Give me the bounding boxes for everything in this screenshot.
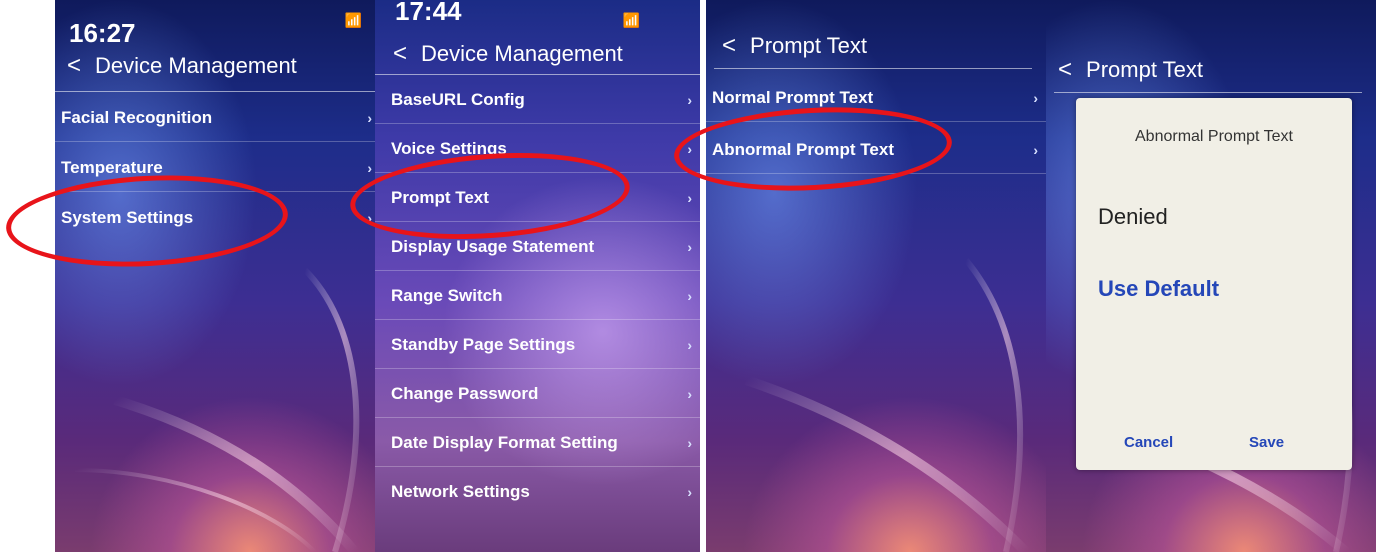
screen-prompt-text-dialog: < Prompt Text Abnormal Prompt Text Denie…: [1046, 0, 1376, 552]
page-header: < Prompt Text: [722, 32, 867, 60]
chevron-right-icon: ›: [687, 190, 692, 206]
menu-item-range-switch[interactable]: Range Switch ›: [375, 272, 700, 320]
menu-item-change-password[interactable]: Change Password ›: [375, 370, 700, 418]
chevron-right-icon: ›: [367, 110, 372, 126]
dialog-title: Abnormal Prompt Text: [1135, 128, 1293, 145]
chevron-left-icon[interactable]: <: [1058, 56, 1072, 84]
chevron-left-icon[interactable]: <: [393, 40, 407, 68]
menu-item-label: Standby Page Settings: [391, 335, 576, 354]
screen-device-management-1: 16:27 📶 < Device Management Facial Recog…: [55, 0, 380, 552]
menu-item-facial-recognition[interactable]: Facial Recognition ›: [55, 94, 380, 142]
use-default-button[interactable]: Use Default: [1098, 276, 1219, 302]
chevron-right-icon: ›: [1033, 142, 1038, 158]
wifi-icon: 📶: [344, 12, 362, 28]
header-divider: [55, 91, 380, 92]
chevron-right-icon: ›: [687, 337, 692, 353]
menu-item-label: Date Display Format Setting: [391, 433, 618, 452]
chevron-left-icon[interactable]: <: [722, 32, 736, 60]
menu-item-date-display-format-setting[interactable]: Date Display Format Setting ›: [375, 419, 700, 467]
status-time: 16:27: [69, 18, 136, 48]
screen-prompt-text: < Prompt Text Normal Prompt Text › Abnor…: [706, 0, 1046, 552]
chevron-right-icon: ›: [367, 160, 372, 176]
header-divider: [714, 68, 1032, 69]
cancel-button[interactable]: Cancel: [1124, 434, 1173, 451]
wifi-icon: 📶: [622, 12, 640, 28]
background-swirl: [74, 267, 360, 552]
screen-device-management-2: 17:44 📶 < Device Management BaseURL Conf…: [375, 0, 700, 552]
chevron-left-icon[interactable]: <: [67, 52, 81, 80]
menu-item-label: Change Password: [391, 384, 539, 403]
item-divider: [375, 417, 700, 418]
menu-item-network-settings[interactable]: Network Settings ›: [375, 468, 700, 516]
menu-item-label: Normal Prompt Text: [712, 88, 874, 107]
chevron-right-icon: ›: [1033, 90, 1038, 106]
chevron-right-icon: ›: [687, 435, 692, 451]
item-divider: [375, 270, 700, 271]
item-divider: [375, 368, 700, 369]
menu-item-label: Facial Recognition: [61, 108, 213, 127]
item-divider: [375, 466, 700, 467]
menu-item-label: BaseURL Config: [391, 90, 525, 109]
page-header: < Prompt Text: [1058, 56, 1203, 84]
prompt-text-dialog: Abnormal Prompt Text Denied Use Default …: [1076, 98, 1352, 470]
save-button[interactable]: Save: [1249, 434, 1284, 451]
item-divider: [375, 319, 700, 320]
menu-item-label: Network Settings: [391, 482, 530, 501]
page-title: Prompt Text: [750, 33, 867, 58]
chevron-right-icon: ›: [687, 288, 692, 304]
menu-item-label: Range Switch: [391, 286, 503, 305]
chevron-right-icon: ›: [687, 92, 692, 108]
menu-item-label: Display Usage Statement: [391, 237, 595, 256]
page-title: Device Management: [95, 53, 297, 78]
menu-item-standby-page-settings[interactable]: Standby Page Settings ›: [375, 321, 700, 369]
prompt-text-input[interactable]: Denied: [1098, 204, 1168, 230]
header-divider: [375, 74, 700, 75]
chevron-right-icon: ›: [687, 484, 692, 500]
item-divider: [55, 141, 380, 142]
status-time: 17:44: [395, 0, 462, 26]
header-divider: [1054, 92, 1362, 93]
page-header: < Device Management: [67, 52, 297, 80]
chevron-right-icon: ›: [687, 386, 692, 402]
page-title: Prompt Text: [1086, 57, 1203, 82]
page-title: Device Management: [421, 41, 623, 66]
item-divider: [375, 123, 700, 124]
page-header: < Device Management: [393, 40, 623, 68]
menu-item-baseurl-config[interactable]: BaseURL Config ›: [375, 76, 700, 124]
chevron-right-icon: ›: [687, 239, 692, 255]
